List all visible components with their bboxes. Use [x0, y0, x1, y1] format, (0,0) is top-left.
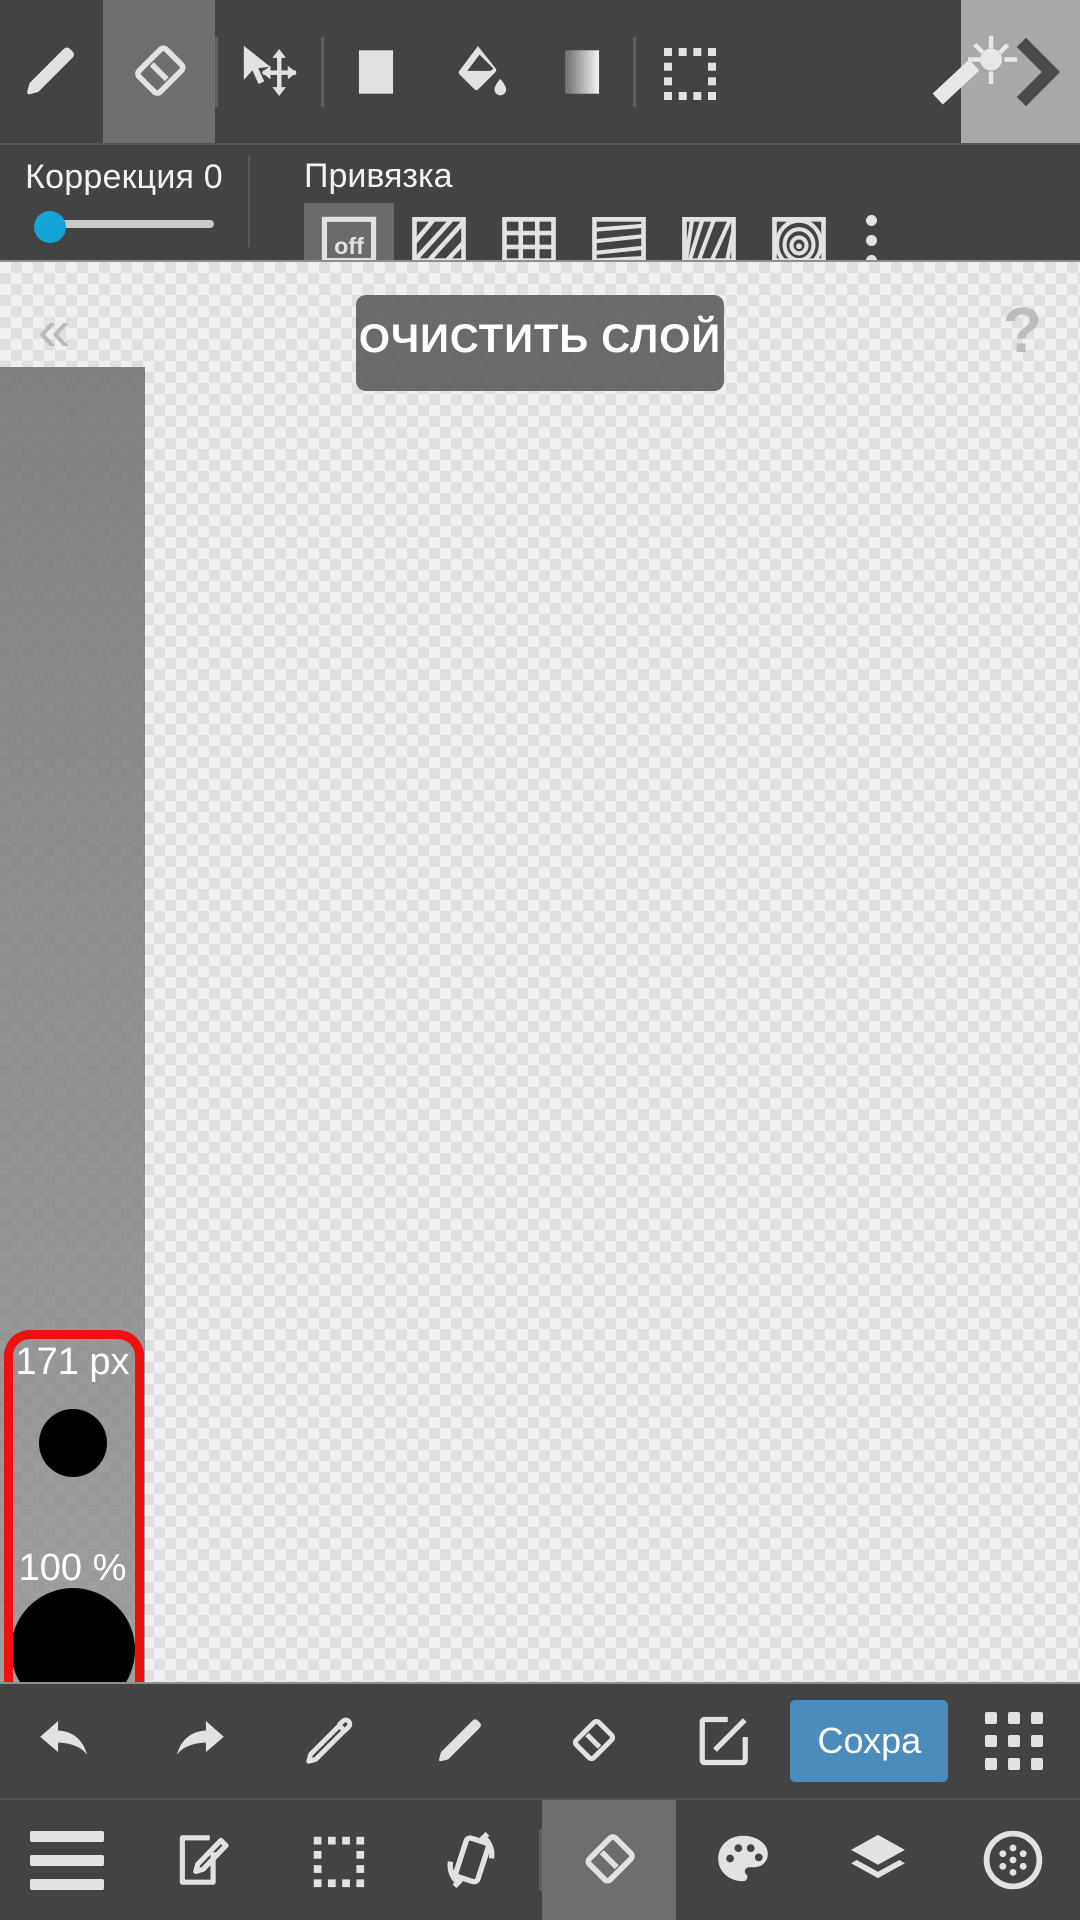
share-button[interactable] — [659, 1684, 791, 1798]
grid-icon — [985, 1712, 1044, 1770]
fill-shape-tool[interactable] — [324, 0, 427, 143]
settings-row: Коррекция 0 Привязка off — [0, 143, 1080, 277]
grid-dot — [1031, 1758, 1044, 1770]
bucket-fill-tool[interactable] — [427, 0, 530, 143]
marquee-select-tool[interactable] — [636, 0, 739, 143]
brush-preview-strip[interactable]: 171 px 100 % — [0, 367, 145, 1682]
brush-settings-button[interactable] — [945, 1800, 1080, 1920]
rotate-button[interactable] — [404, 1800, 539, 1920]
correction-control: Коррекция 0 — [0, 145, 248, 243]
collapse-panel-chevron-icon[interactable]: « — [38, 302, 70, 360]
save-button[interactable]: Сохра — [790, 1700, 949, 1782]
slider-knob[interactable] — [34, 211, 66, 243]
highlight-annotation — [4, 1330, 144, 1682]
canvas[interactable]: « ? ОЧИСТИТЬ СЛОЙ 171 px 100 % — [0, 260, 1080, 1684]
layers-button[interactable] — [811, 1800, 946, 1920]
app-root: Коррекция 0 Привязка off « ? ОЧИСТИТЬ СЛ… — [0, 0, 1080, 1920]
bottom-nav — [0, 1800, 1080, 1920]
grid-dot — [985, 1735, 998, 1747]
hamburger-line — [30, 1878, 105, 1890]
undo-button[interactable] — [0, 1684, 132, 1798]
gradient-tool[interactable] — [530, 0, 633, 143]
grid-dot — [1031, 1712, 1044, 1724]
correction-slider[interactable] — [34, 211, 214, 243]
toast-message: ОЧИСТИТЬ СЛОЙ — [356, 295, 724, 391]
slider-track — [58, 220, 214, 228]
hamburger-icon — [30, 1830, 105, 1890]
snap-off-label: off — [334, 233, 364, 259]
eyedropper-button[interactable] — [263, 1684, 395, 1798]
new-canvas-button[interactable] — [135, 1800, 270, 1920]
snap-control: Привязка off — [250, 145, 1080, 277]
action-bar: Сохра — [0, 1684, 1080, 1800]
redo-button[interactable] — [132, 1684, 264, 1798]
help-icon[interactable]: ? — [1003, 298, 1042, 362]
grid-dot — [1008, 1712, 1021, 1724]
top-toolbar — [0, 0, 1080, 143]
grid-dot — [1031, 1735, 1044, 1747]
hamburger-line — [30, 1830, 105, 1842]
grid-dot — [985, 1712, 998, 1724]
grid-dot — [985, 1758, 998, 1770]
eraser-button[interactable] — [527, 1684, 659, 1798]
snap-more-button[interactable] — [866, 214, 877, 266]
palette-button[interactable] — [676, 1800, 811, 1920]
pencil-button[interactable] — [395, 1684, 527, 1798]
kebab-dot — [866, 234, 877, 246]
magic-wand-tool[interactable] — [932, 0, 1080, 143]
correction-label: Коррекция 0 — [25, 158, 223, 196]
apps-grid-button[interactable] — [948, 1684, 1080, 1798]
eraser-nav-button[interactable] — [541, 1800, 677, 1920]
eraser-tool[interactable] — [103, 0, 215, 143]
select-button[interactable] — [269, 1800, 404, 1920]
hamburger-line — [30, 1854, 105, 1866]
move-select-tool[interactable] — [218, 0, 321, 143]
kebab-dot — [866, 214, 877, 226]
grid-dot — [1008, 1735, 1021, 1747]
snap-label: Привязка — [304, 157, 453, 195]
grid-dot — [1008, 1758, 1021, 1770]
save-button-cell[interactable]: Сохра — [790, 1684, 949, 1798]
pencil-tool[interactable] — [0, 0, 103, 143]
menu-button[interactable] — [0, 1800, 135, 1920]
